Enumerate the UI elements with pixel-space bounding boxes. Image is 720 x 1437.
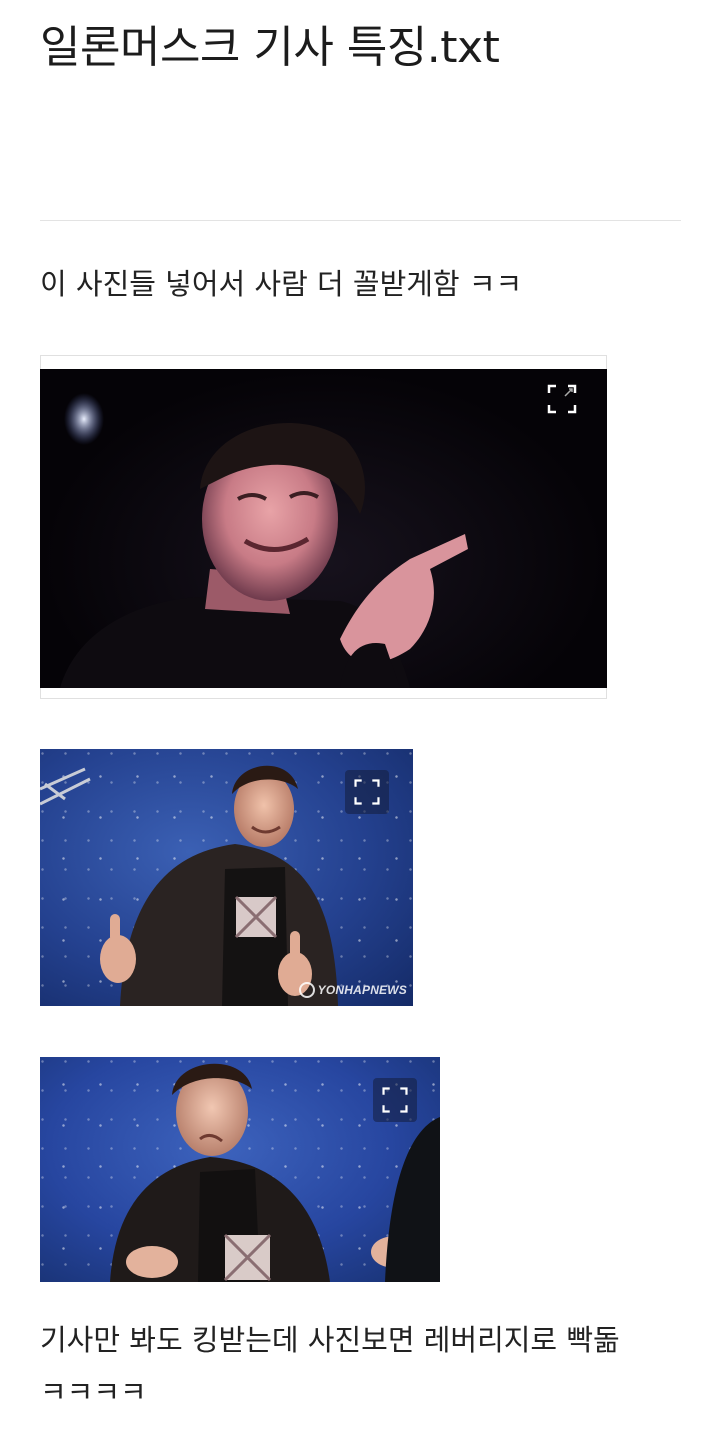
- expand-icon: [382, 1087, 408, 1113]
- post-intro-text: 이 사진들 넣어서 사람 더 꼴받게함 ㅋㅋ: [40, 267, 523, 301]
- title-divider: [40, 220, 681, 221]
- watermark-text: YONHAPNEWS: [317, 983, 407, 997]
- post-caption: 기사만 봐도 킹받는데 사진보면 레버리지로 빡돎 ㅋㅋㅋㅋ: [40, 1314, 680, 1418]
- expand-button-1[interactable]: [540, 377, 584, 421]
- photo-elon-pointing-illustration: [60, 393, 468, 688]
- photo-elon-thumbs-up[interactable]: YONHAPNEWS: [40, 749, 413, 1006]
- expand-button-3[interactable]: [373, 1078, 417, 1122]
- photo-elon-pointing[interactable]: [40, 369, 607, 688]
- caption-line-2: ㅋㅋㅋㅋ: [40, 1375, 147, 1409]
- expand-button-2[interactable]: [345, 770, 389, 814]
- photo-elon-shrug[interactable]: [40, 1057, 440, 1282]
- post-title: 일론머스크 기사 특징.txt: [40, 22, 500, 73]
- caption-line-1: 기사만 봐도 킹받는데 사진보면 레버리지로 빡돎: [40, 1323, 620, 1357]
- yonhap-logo-icon: [298, 982, 315, 998]
- yonhap-watermark: YONHAPNEWS: [298, 982, 407, 998]
- expand-icon: [354, 779, 380, 805]
- expand-icon: [547, 384, 577, 414]
